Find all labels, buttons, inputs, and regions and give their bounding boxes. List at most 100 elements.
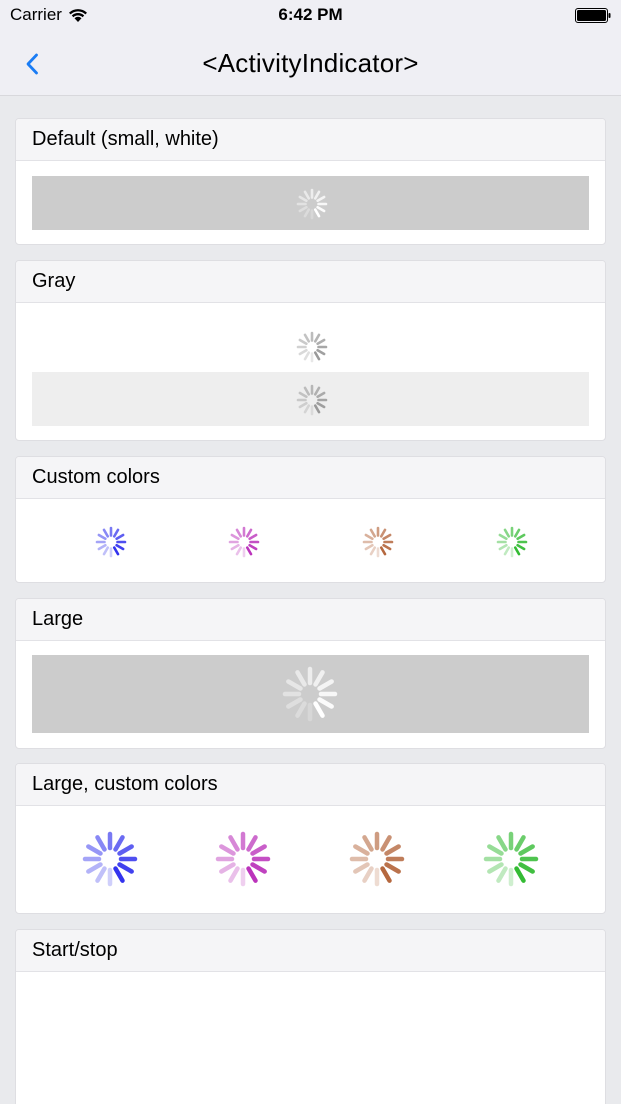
indicator-spoke (382, 543, 392, 551)
indicator-spoke (97, 543, 107, 551)
indicator-spoke (518, 844, 535, 856)
indicator-spoke (298, 391, 308, 399)
indicator-spoke (513, 528, 521, 538)
activity-indicator (296, 384, 328, 416)
activity-indicator (349, 831, 405, 887)
indicator-spoke (317, 679, 334, 691)
indicator-spoke (513, 546, 521, 556)
section-header: Large (16, 599, 605, 641)
indicator-spoke (364, 533, 374, 541)
section-body (16, 303, 605, 440)
indicator-spoke (298, 348, 308, 356)
battery-icon (575, 8, 611, 23)
activity-indicator (362, 526, 394, 558)
section-header: Large, custom colors (16, 764, 605, 806)
indicator-spoke (503, 528, 511, 538)
section-default: Default (small, white) (15, 118, 606, 245)
activity-indicator (228, 526, 260, 558)
indicator-spoke (298, 205, 308, 213)
indicator-spoke (380, 866, 392, 883)
indicator-spoke (230, 533, 240, 541)
indicator-spoke (518, 862, 535, 874)
indicator-spoke (316, 195, 326, 203)
indicator-spoke (228, 866, 240, 883)
activity-indicator (95, 526, 127, 558)
indicator-spoke (246, 866, 258, 883)
section-body (16, 161, 605, 244)
section-custom-colors: Custom colors (15, 456, 606, 583)
indicator-spoke (514, 866, 526, 883)
indicator-spoke (487, 844, 504, 856)
indicator-spoke (303, 333, 311, 343)
section-body (16, 499, 605, 582)
indicator-spoke (316, 205, 326, 213)
indicator-spoke (112, 528, 120, 538)
indicator-spoke (113, 835, 125, 852)
indicator-spoke (503, 546, 511, 556)
section-large: Large (15, 598, 606, 749)
indicator-spoke (362, 866, 374, 883)
indicator-spoke (369, 546, 377, 556)
section-header: Gray (16, 261, 605, 303)
indicator-spoke (516, 533, 526, 541)
indicator-spoke (86, 862, 103, 874)
indicator-spoke (317, 697, 334, 709)
indicator-spoke (384, 844, 401, 856)
indicator-spoke (303, 208, 311, 218)
indicator-spoke (117, 844, 134, 856)
indicator-spoke (498, 533, 508, 541)
indicator-spoke (379, 546, 387, 556)
indicator-spoke (112, 546, 120, 556)
status-bar: Carrier 6:42 PM (0, 0, 621, 32)
indicator-spoke (362, 835, 374, 852)
indicator-spoke (115, 543, 125, 551)
indicator-spoke (298, 195, 308, 203)
indicator-spoke (246, 835, 258, 852)
indicator-spoke (516, 543, 526, 551)
indicator-spoke (313, 333, 321, 343)
indicator-spoke (245, 528, 253, 538)
section-body (16, 641, 605, 748)
activity-indicator (496, 526, 528, 558)
activity-indicator (215, 831, 271, 887)
indicator-spoke (514, 835, 526, 852)
activity-indicator (296, 331, 328, 363)
indicator-spoke (117, 862, 134, 874)
section-start-stop: Start/stop (15, 929, 606, 1104)
indicator-spoke (380, 835, 392, 852)
indicator-spoke (219, 844, 236, 856)
section-body (16, 806, 605, 913)
indicator-spoke (298, 401, 308, 409)
indicator-spoke (219, 862, 236, 874)
indicator-spoke (369, 528, 377, 538)
section-header: Custom colors (16, 457, 605, 499)
section-gray: Gray (15, 260, 606, 441)
indicator-spoke (364, 543, 374, 551)
indicator-spoke (384, 862, 401, 874)
section-body (16, 972, 605, 1104)
indicator-spoke (286, 679, 303, 691)
page-title: <ActivityIndicator> (202, 48, 419, 78)
navigation-bar: <ActivityIndicator> (0, 32, 621, 96)
indicator-spoke (303, 386, 311, 396)
indicator-spoke (286, 697, 303, 709)
indicator-spoke (235, 528, 243, 538)
indicator-spoke (97, 533, 107, 541)
activity-indicator (483, 831, 539, 887)
section-header: Start/stop (16, 930, 605, 972)
indicator-spoke (496, 866, 508, 883)
indicator-spoke (313, 386, 321, 396)
indicator-spoke (235, 546, 243, 556)
status-time: 6:42 PM (278, 5, 343, 24)
indicator-spoke (250, 844, 267, 856)
indicator-spoke (313, 701, 325, 718)
indicator-spoke (313, 351, 321, 361)
indicator-spoke (316, 348, 326, 356)
section-header: Default (small, white) (16, 119, 605, 161)
indicator-spoke (115, 533, 125, 541)
indicator-spoke (313, 190, 321, 200)
activity-indicator (282, 666, 338, 722)
indicator-spoke (313, 208, 321, 218)
indicator-spoke (379, 528, 387, 538)
indicator-spoke (102, 528, 110, 538)
